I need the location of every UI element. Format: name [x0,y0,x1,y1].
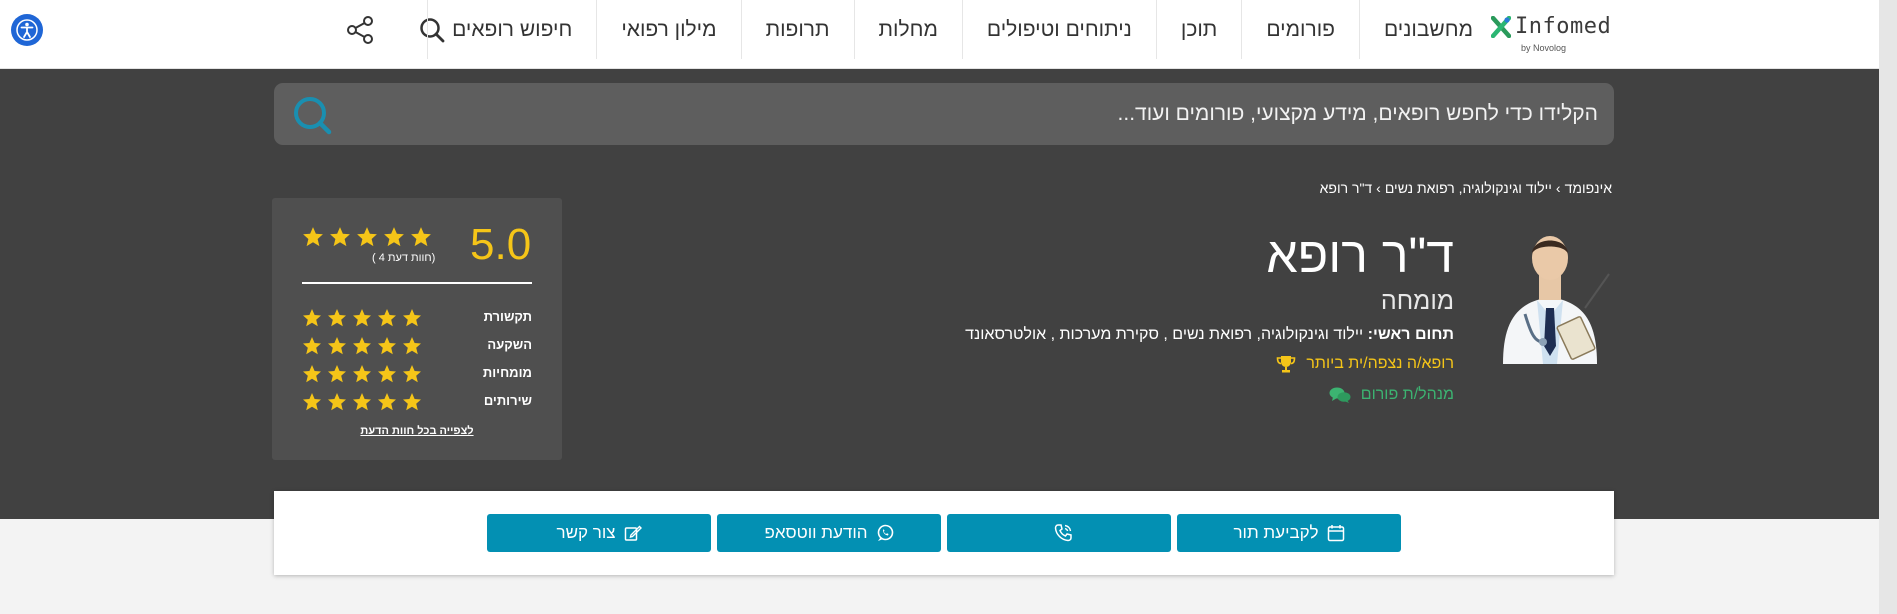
category-stars [302,336,422,356]
nav-medical-dictionary[interactable]: מילון רפואי [596,0,740,59]
doctor-avatar [1503,236,1610,364]
calendar-icon [1327,525,1344,542]
logo-mark-icon [1491,16,1511,38]
field-label: תחום ראשי: [1367,326,1454,343]
star-icon [303,337,321,355]
star-icon [328,337,346,355]
nav-diseases[interactable]: מחלות [853,0,962,59]
star-icon [328,393,346,411]
star-icon [330,227,350,247]
rating-card: 5.0 ( 4 חוות דעת) תקשורת השקעה מומחיות ש… [272,198,562,460]
breadcrumb-home[interactable]: אינפומד [1565,180,1612,196]
nav-content[interactable]: תוכן [1155,0,1241,59]
star-icon [353,337,371,355]
breadcrumb: אינפומד›יילוד וגינקולוגיה, רפואת נשים›ד"… [1318,180,1614,196]
nav-forums[interactable]: פורומים [1241,0,1359,59]
category-stars [302,308,422,328]
appointment-label: לקביעת תור [1233,523,1319,542]
star-icon [403,337,421,355]
share-icon[interactable] [342,12,378,48]
breadcrumb-current: ד"ר רופא [1319,180,1373,196]
site-header: חיפוש רופאים מילון רפואי תרופות מחלות ני… [0,0,1897,69]
search-bar [274,83,1614,145]
star-icon [403,393,421,411]
forum-manager-label[interactable]: מנהל/ת פורום [1361,386,1454,404]
rating-row-service: שירותים [302,392,532,412]
star-icon [403,309,421,327]
top-viewed-label: רופא/ה נצפה/ית ביותר [1306,355,1454,372]
field-value: יילוד וגינקולוגיה, רפואת נשים , סקירת מע… [965,326,1364,343]
page-scrollbar[interactable] [1879,0,1897,614]
star-icon [328,309,346,327]
star-icon [384,227,404,247]
phone-icon [1054,524,1072,542]
star-icon [357,227,377,247]
star-icon [328,365,346,383]
review-count: ( 4 חוות דעת) [372,252,436,264]
breadcrumb-category[interactable]: יילוד וגינקולוגיה, רפואת נשים [1385,180,1552,196]
star-icon [303,227,323,247]
nav-medications[interactable]: תרופות [740,0,854,59]
whatsapp-label: הודעת ווטסאפ [764,523,868,542]
star-icon [303,309,321,327]
star-icon [378,393,396,411]
star-icon [378,337,396,355]
appointment-button[interactable]: לקביעת תור [1177,514,1401,552]
star-icon [353,309,371,327]
logo-text: Infomed [1515,14,1612,39]
doctor-title: מומחה [1380,287,1454,315]
rating-category-label: שירותים [483,393,532,408]
rating-category-label: תקשורת [483,309,532,324]
star-icon [403,365,421,383]
category-stars [302,364,422,384]
logo-subtext: by Novolog [1521,43,1567,53]
action-bar: צור קשר הודעת ווטסאפ לקביעת תור [274,491,1614,575]
doctor-field: תחום ראשי: יילוד וגינקולוגיה, רפואת נשים… [965,326,1454,344]
breadcrumb-separator: › [1555,180,1561,196]
rating-row-expertise: מומחיות [302,364,532,384]
infomed-logo[interactable]: Infomed by Novolog [1491,14,1613,54]
nav-surgeries[interactable]: ניתוחים וטיפולים [961,0,1156,59]
star-icon [353,365,371,383]
rating-row-communication: תקשורת [302,308,532,328]
forum-manager-badge: מנהל/ת פורום [1329,386,1454,404]
search-submit-icon[interactable] [292,95,332,135]
contact-label: צור קשר [556,523,616,542]
category-stars [302,392,422,412]
phone-button[interactable] [947,514,1171,552]
star-icon [353,393,371,411]
contact-button[interactable]: צור קשר [487,514,711,552]
rating-category-label: מומחיות [482,365,532,380]
trophy-icon [1277,356,1296,373]
doctor-name: ד"ר רופא [1266,227,1454,283]
rating-row-dedication: השקעה [302,336,532,356]
overall-stars [302,226,432,248]
nav-find-doctors[interactable]: חיפוש רופאים [427,0,596,59]
top-viewed-badge: רופא/ה נצפה/ית ביותר [1276,355,1454,373]
star-icon [303,365,321,383]
breadcrumb-separator: › [1376,180,1381,196]
whatsapp-button[interactable]: הודעת ווטסאפ [717,514,941,552]
rating-divider [302,282,532,284]
main-nav: חיפוש רופאים מילון רפואי תרופות מחלות ני… [427,0,1497,59]
star-icon [378,309,396,327]
rating-category-label: השקעה [487,337,532,352]
rating-score: 5.0 [470,220,532,269]
whatsapp-icon [877,524,893,541]
search-input[interactable] [398,83,1598,145]
nav-calculators[interactable]: מחשבונים [1358,0,1497,59]
see-all-reviews-link[interactable]: לצפייה בכל חוות הדעת [272,425,562,437]
chat-bubbles-icon [1329,387,1351,403]
star-icon [303,393,321,411]
star-icon [411,227,431,247]
edit-icon [624,525,642,541]
star-icon [378,365,396,383]
accessibility-icon[interactable] [11,14,43,46]
